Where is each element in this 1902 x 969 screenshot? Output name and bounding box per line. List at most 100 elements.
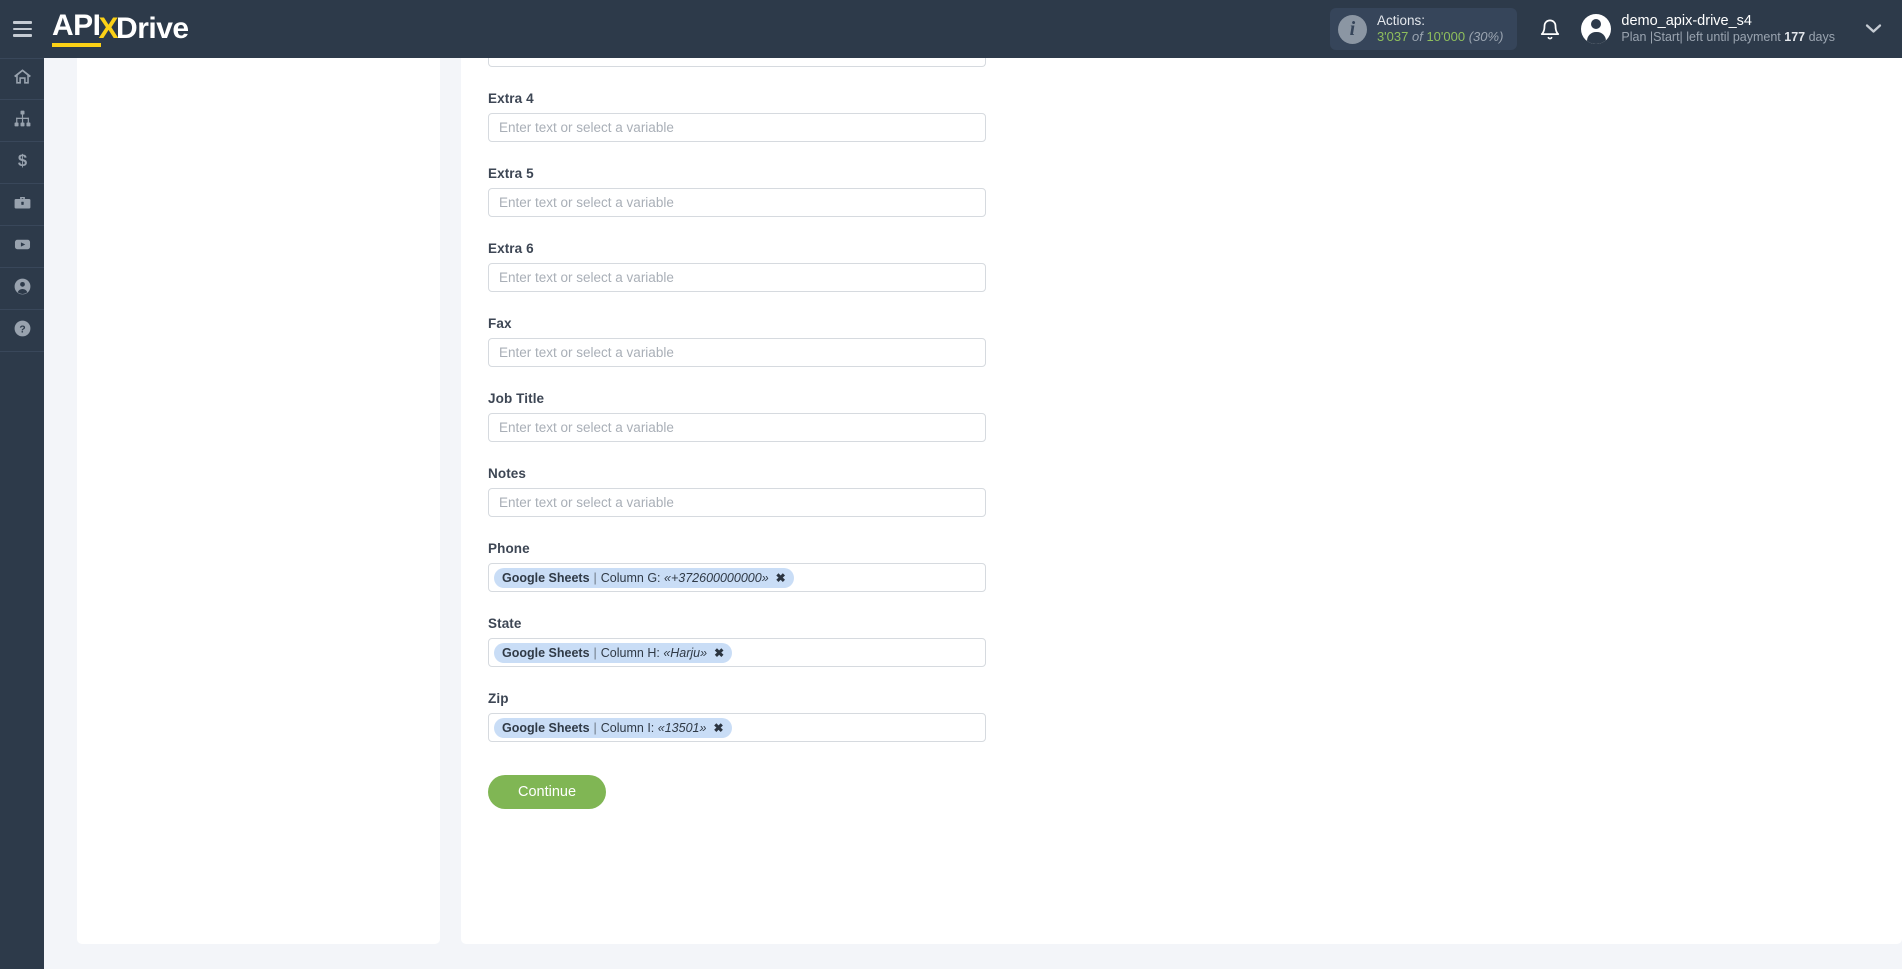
- field-label: Extra 4: [488, 91, 534, 106]
- input-placeholder: Enter text or select a variable: [499, 270, 674, 285]
- form-field: Extra 6 Enter text or select a variable: [488, 241, 1902, 292]
- tag-value: «+372600000000»: [664, 570, 769, 585]
- home-icon: [13, 67, 32, 91]
- plan-days-value: 177: [1784, 30, 1806, 45]
- variable-input[interactable]: Enter text or select a variable: [488, 188, 986, 217]
- youtube-icon: [13, 235, 32, 259]
- tag-column: Column I:: [600, 720, 655, 735]
- tag-value: «13501»: [657, 720, 707, 735]
- user-name: demo_apix-drive_s4: [1621, 13, 1752, 30]
- variable-input-filled[interactable]: Google Sheets | Column I: «13501» ✖: [488, 713, 986, 742]
- field-mapping-form: Extra 4 Enter text or select a variable Ex…: [461, 58, 1902, 809]
- input-placeholder: Enter text or select a variable: [499, 195, 674, 210]
- tag-source: Google Sheets: [502, 570, 590, 585]
- input-placeholder: Enter text or select a variable: [499, 345, 674, 360]
- user-plan: Plan |Start| left until payment 177 days: [1621, 30, 1835, 46]
- sidebar-item-briefcase[interactable]: [0, 184, 44, 226]
- tag-remove-icon[interactable]: ✖: [713, 721, 723, 735]
- field-mapping-card: Extra 4 Enter text or select a variable Ex…: [461, 58, 1902, 944]
- variable-input-filled[interactable]: Google Sheets | Column G: «+372600000000» ✖: [488, 563, 986, 592]
- top-header: API X Drive i Actions: 3'037 of 10'000 (30…: [0, 0, 1902, 58]
- sidebar-item-billing[interactable]: $: [0, 142, 44, 184]
- variable-tag: Google Sheets | Column G: «+372600000000» ✖: [494, 567, 794, 588]
- field-label: Notes: [488, 466, 527, 481]
- plan-prefix: Plan |Start| left until payment: [1621, 30, 1781, 45]
- form-field: Extra 5 Enter text or select a variable: [488, 166, 1902, 217]
- form-field: Fax Enter text or select a variable: [488, 316, 1902, 367]
- hamburger-icon[interactable]: [0, 0, 44, 58]
- tag-remove-icon[interactable]: ✖: [714, 646, 724, 660]
- tag-separator: |: [593, 570, 597, 585]
- apix-drive-logo[interactable]: API X Drive: [52, 11, 189, 47]
- form-field: State Google Sheets | Column H: «Harju» ✖: [488, 616, 1902, 667]
- sidebar-item-connections[interactable]: [0, 100, 44, 142]
- dollar-icon: $: [13, 151, 32, 175]
- form-field: Notes Enter text or select a variable: [488, 466, 1902, 517]
- user-info: demo_apix-drive_s4 Plan |Start| left unt…: [1621, 12, 1835, 46]
- tag-source: Google Sheets: [502, 720, 590, 735]
- user-account-menu[interactable]: demo_apix-drive_s4 Plan |Start| left unt…: [1581, 12, 1835, 46]
- tag-column: Column H:: [600, 645, 660, 660]
- tag-separator: |: [593, 645, 597, 660]
- sidebar-item-video[interactable]: [0, 226, 44, 268]
- field-label: Fax: [488, 316, 512, 331]
- variable-input[interactable]: Enter text or select a variable: [488, 263, 986, 292]
- actions-label: Actions:: [1376, 12, 1425, 28]
- form-field: Job Title Enter text or select a variable: [488, 391, 1902, 442]
- tag-separator: |: [593, 720, 597, 735]
- left-panel-card: [77, 58, 440, 944]
- variable-input[interactable]: Enter text or select a variable: [488, 338, 986, 367]
- input-placeholder: Enter text or select a variable: [499, 495, 674, 510]
- hamburger-bar: [12, 34, 32, 37]
- avatar: [1581, 14, 1612, 44]
- field-label: State: [488, 616, 522, 631]
- form-field: Phone Google Sheets | Column G: «+372600000…: [488, 541, 1902, 592]
- sidebar-item-help[interactable]: ?: [0, 310, 44, 352]
- actions-of: of: [1411, 29, 1423, 45]
- page-body: Extra 4 Enter text or select a variable Ex…: [44, 58, 1902, 969]
- chevron-down-icon[interactable]: [1865, 19, 1882, 39]
- left-icon-rail: $ ?: [0, 58, 44, 969]
- tag-source: Google Sheets: [502, 645, 590, 660]
- scrolled-field-partial[interactable]: [488, 58, 986, 67]
- tag-value: «Harju»: [663, 645, 708, 660]
- form-field: Zip Google Sheets | Column I: «13501» ✖: [488, 691, 1902, 742]
- plan-days-suffix: days: [1808, 30, 1835, 45]
- variable-tag: Google Sheets | Column H: «Harju» ✖: [494, 642, 733, 663]
- field-label: Extra 5: [488, 166, 534, 181]
- sidebar-item-home[interactable]: [0, 58, 44, 100]
- input-placeholder: Enter text or select a variable: [499, 420, 674, 435]
- user-circle-icon: [13, 277, 32, 301]
- form-field: Extra 4 Enter text or select a variable: [488, 91, 1902, 142]
- notification-bell-icon[interactable]: [1539, 18, 1561, 41]
- hamburger-bar: [12, 27, 32, 31]
- svg-text:$: $: [17, 151, 26, 170]
- actions-used: 3'037: [1376, 29, 1409, 45]
- continue-button[interactable]: Continue: [488, 775, 606, 809]
- actions-percent: (30%): [1468, 29, 1504, 45]
- tag-remove-icon[interactable]: ✖: [776, 571, 786, 585]
- field-label: Zip: [488, 691, 509, 706]
- info-icon: i: [1337, 14, 1367, 44]
- svg-text:?: ?: [19, 324, 25, 335]
- header-right-group: i Actions: 3'037 of 10'000 (30%) demo_ap…: [1329, 0, 1902, 58]
- variable-input[interactable]: Enter text or select a variable: [488, 113, 986, 142]
- variable-input[interactable]: Enter text or select a variable: [488, 488, 986, 517]
- field-label: Job Title: [488, 391, 545, 406]
- logo-text-api: API: [52, 11, 101, 47]
- actions-count: 3'037 of 10'000 (30%): [1377, 29, 1503, 45]
- question-circle-icon: ?: [13, 319, 32, 343]
- variable-tag: Google Sheets | Column I: «13501» ✖: [494, 717, 732, 738]
- sidebar-item-account[interactable]: [0, 268, 44, 310]
- sitemap-icon: [13, 109, 32, 133]
- actions-quota-text: Actions: 3'037 of 10'000 (30%): [1377, 13, 1503, 45]
- fields-container: Extra 4 Enter text or select a variable Ex…: [488, 91, 1902, 742]
- variable-input-filled[interactable]: Google Sheets | Column H: «Harju» ✖: [488, 638, 986, 667]
- variable-input[interactable]: Enter text or select a variable: [488, 413, 986, 442]
- actions-quota-widget[interactable]: i Actions: 3'037 of 10'000 (30%): [1329, 8, 1518, 50]
- hamburger-bar: [12, 21, 32, 24]
- briefcase-icon: [13, 193, 32, 217]
- continue-row: Continue: [488, 775, 1902, 809]
- logo-text-drive: Drive: [116, 12, 189, 45]
- actions-total: 10'000: [1426, 29, 1466, 45]
